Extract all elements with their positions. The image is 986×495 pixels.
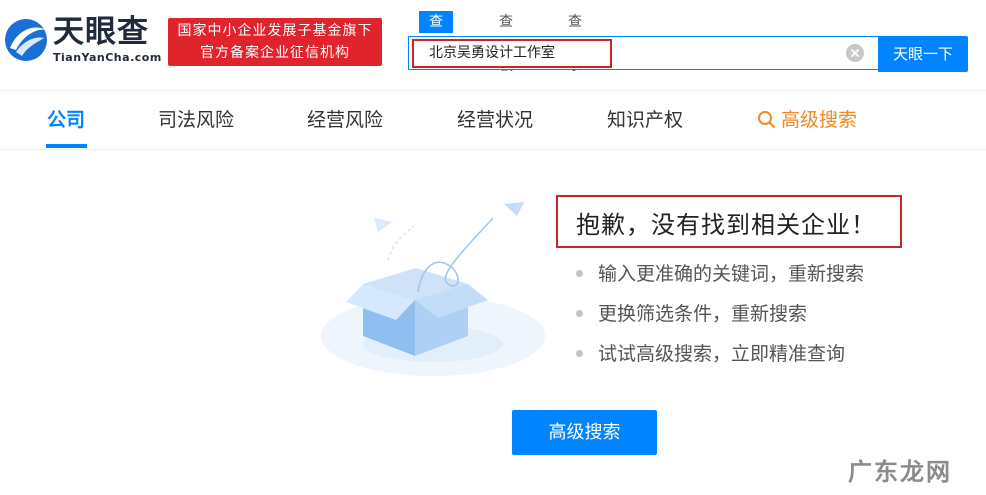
search-button[interactable]: 天眼一下	[878, 36, 968, 72]
logo-domain: TianYanCha.com	[53, 51, 162, 64]
logo-text[interactable]: 天眼查	[53, 14, 149, 50]
tip-item: 输入更准确的关键词，重新搜索	[576, 259, 864, 299]
bullet-dot-icon	[576, 270, 583, 277]
tip-item: 试试高级搜索，立即精准查询	[576, 339, 864, 379]
tab-search-company[interactable]: 查公司	[419, 11, 453, 74]
nav-judicial-risk[interactable]: 司法风险	[158, 91, 234, 149]
tip-item: 更换筛选条件，重新搜索	[576, 299, 864, 339]
nav-company[interactable]: 公司	[47, 91, 85, 149]
nav-advanced-label: 高级搜索	[781, 109, 858, 131]
tab-search-boss[interactable]: 查老板	[489, 11, 523, 74]
badge-line-2: 官方备案企业征信机构	[200, 45, 350, 61]
tip-text: 更换筛选条件，重新搜索	[598, 303, 808, 325]
tab-search-relation[interactable]: 查关系	[558, 11, 592, 74]
nav-advanced-search[interactable]: 高级搜索	[757, 91, 857, 149]
official-badge: 国家中小企业发展子基金旗下 官方备案企业征信机构	[168, 18, 382, 66]
tip-text: 试试高级搜索，立即精准查询	[598, 343, 846, 365]
search-highlight-box	[412, 39, 612, 68]
empty-box-illustration	[321, 202, 545, 376]
top-header: 天眼查 TianYanCha.com 国家中小企业发展子基金旗下 官方备案企业征…	[0, 0, 986, 90]
watermark: 广东龙网	[848, 458, 952, 486]
tianyancha-logo-icon[interactable]	[2, 14, 50, 64]
nav-bar: 公司 司法风险 经营风险 经营状况 知识产权 高级搜索	[0, 90, 986, 150]
nav-operating-status[interactable]: 经营状况	[457, 91, 533, 149]
no-result-message: 抱歉，没有找到相关企业！	[576, 211, 876, 239]
nav-intellectual-property[interactable]: 知识产权	[607, 91, 683, 149]
clear-icon[interactable]	[846, 44, 864, 62]
bullet-dot-icon	[576, 310, 583, 317]
search-tips: 输入更准确的关键词，重新搜索 更换筛选条件，重新搜索 试试高级搜索，立即精准查询	[576, 259, 864, 379]
active-tab-underline	[46, 144, 87, 148]
search-icon	[758, 111, 775, 128]
tip-text: 输入更准确的关键词，重新搜索	[598, 263, 865, 285]
bullet-dot-icon	[576, 350, 583, 357]
nav-operating-risk[interactable]: 经营风险	[307, 91, 383, 149]
badge-line-1: 国家中小企业发展子基金旗下	[177, 23, 373, 39]
advanced-search-button[interactable]: 高级搜索	[512, 410, 657, 455]
